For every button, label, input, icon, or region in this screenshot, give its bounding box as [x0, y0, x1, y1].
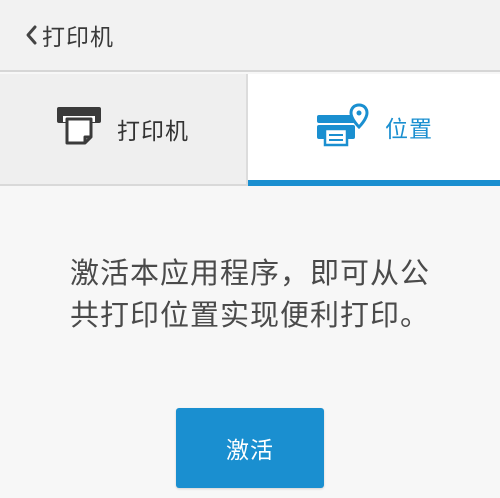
- tab-printer[interactable]: 打印机: [0, 74, 248, 186]
- activate-button[interactable]: 激活: [176, 408, 324, 488]
- app-header: 打印机: [0, 0, 500, 72]
- tab-location-label: 位置: [385, 117, 433, 143]
- chevron-left-icon: [26, 25, 37, 45]
- tab-location[interactable]: 位置: [248, 74, 500, 186]
- printer-location-icon: [315, 103, 369, 151]
- activation-message: 激活本应用程序，即可从公共打印位置实现便利打印。: [69, 256, 430, 332]
- tab-printer-label: 打印机: [117, 119, 189, 145]
- tab-bar: 打印机 位置: [0, 74, 500, 186]
- back-button[interactable]: 打印机: [0, 0, 114, 70]
- page-title: 打印机: [42, 25, 114, 51]
- printer-icon: [57, 107, 101, 151]
- main-content: 激活本应用程序，即可从公共打印位置实现便利打印。 激活: [0, 186, 500, 498]
